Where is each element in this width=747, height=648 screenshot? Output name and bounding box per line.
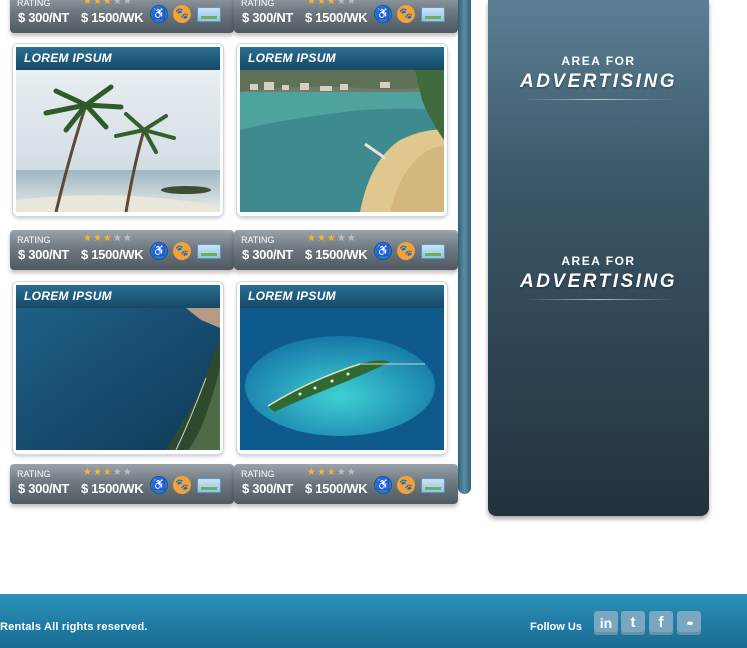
price-strip: RATING ★★★★★ $ 300/NT $ 1500/WK ♿ 🐾	[10, 230, 234, 270]
facebook-icon[interactable]: f	[649, 611, 673, 635]
card-title[interactable]: LOREM IPSUM	[16, 285, 220, 308]
week-price: $ 1500/WK	[305, 247, 368, 262]
week-price: $ 1500/WK	[305, 10, 368, 25]
ad-label-small: AREA FOR	[561, 54, 636, 68]
week-price: $ 1500/WK	[81, 10, 144, 25]
listing-card[interactable]: LOREM IPSUM	[13, 44, 223, 216]
linkedin-icon[interactable]: in	[594, 611, 618, 635]
wheelchair-icon: ♿	[150, 242, 168, 260]
night-price: $ 300/NT	[242, 481, 294, 496]
ad-label-small: AREA FOR	[561, 254, 636, 268]
follow-us-label: Follow Us	[530, 621, 582, 633]
wheelchair-icon: ♿	[150, 5, 168, 23]
night-price: $ 300/NT	[18, 481, 70, 496]
copyright-text: Rentals All rights reserved.	[0, 621, 148, 633]
card-title[interactable]: LOREM IPSUM	[240, 285, 444, 308]
credit-card-icon	[197, 478, 221, 493]
rating-label: RATING	[17, 0, 51, 8]
credit-card-icon	[421, 244, 445, 259]
island-lagoon-aerial-photo[interactable]	[240, 308, 444, 450]
listing-card[interactable]: LOREM IPSUM	[13, 282, 223, 454]
paw-icon: 🐾	[173, 242, 191, 260]
paw-icon: 🐾	[397, 476, 415, 494]
rating-label: RATING	[17, 235, 51, 245]
paw-icon: 🐾	[397, 242, 415, 260]
star-rating: ★★★★★	[307, 233, 357, 244]
footer: Rentals All rights reserved. Follow Us i…	[0, 594, 747, 648]
star-rating: ★★★★★	[307, 467, 357, 478]
listings-scrollbar[interactable]	[458, 0, 471, 494]
night-price: $ 300/NT	[18, 247, 70, 262]
paw-icon: 🐾	[397, 5, 415, 23]
star-rating: ★★★★★	[307, 0, 357, 7]
credit-card-icon	[421, 7, 445, 22]
rating-label: RATING	[241, 0, 275, 8]
week-price: $ 1500/WK	[81, 247, 144, 262]
deep-blue-sea-coast-photo[interactable]	[16, 308, 220, 450]
wheelchair-icon: ♿	[374, 242, 392, 260]
ad-slot[interactable]: AREA FOR ADVERTISING	[488, 254, 709, 300]
ad-divider	[523, 99, 674, 100]
price-strip: RATING ★★★★★ $ 300/NT $ 1500/WK ♿ 🐾	[10, 0, 234, 33]
week-price: $ 1500/WK	[305, 481, 368, 496]
ad-divider	[523, 299, 674, 300]
price-strip: RATING ★★★★★ $ 300/NT $ 1500/WK ♿ 🐾	[234, 230, 458, 270]
price-strip: RATING ★★★★★ $ 300/NT $ 1500/WK ♿ 🐾	[234, 0, 458, 33]
tropical-palm-beach-photo[interactable]	[16, 70, 220, 212]
week-price: $ 1500/WK	[81, 481, 144, 496]
ad-label-big: ADVERTISING	[519, 271, 677, 292]
paw-icon: 🐾	[173, 5, 191, 23]
price-strip: RATING ★★★★★ $ 300/NT $ 1500/WK ♿ 🐾	[234, 464, 458, 504]
twitter-icon[interactable]: t	[621, 611, 645, 635]
card-title[interactable]: LOREM IPSUM	[16, 47, 220, 70]
price-strip: RATING ★★★★★ $ 300/NT $ 1500/WK ♿ 🐾	[10, 464, 234, 504]
advertising-panel: AREA FOR ADVERTISING AREA FOR ADVERTISIN…	[488, 0, 709, 516]
night-price: $ 300/NT	[242, 10, 294, 25]
credit-card-icon	[421, 478, 445, 493]
star-rating: ★★★★★	[83, 0, 133, 7]
city-bay-beach-photo[interactable]	[240, 70, 444, 212]
star-rating: ★★★★★	[83, 233, 133, 244]
wheelchair-icon: ♿	[374, 5, 392, 23]
star-rating: ★★★★★	[83, 467, 133, 478]
credit-card-icon	[197, 7, 221, 22]
wheelchair-icon: ♿	[374, 476, 392, 494]
rating-label: RATING	[17, 469, 51, 479]
listing-card[interactable]: LOREM IPSUM	[237, 282, 447, 454]
listing-card[interactable]: LOREM IPSUM	[237, 44, 447, 216]
night-price: $ 300/NT	[242, 247, 294, 262]
ad-slot[interactable]: AREA FOR ADVERTISING	[488, 54, 709, 100]
rating-label: RATING	[241, 469, 275, 479]
card-title[interactable]: LOREM IPSUM	[240, 47, 444, 70]
night-price: $ 300/NT	[18, 10, 70, 25]
rating-label: RATING	[241, 235, 275, 245]
flickr-icon[interactable]: ••	[677, 611, 701, 635]
paw-icon: 🐾	[173, 476, 191, 494]
ad-label-big: ADVERTISING	[519, 71, 677, 92]
credit-card-icon	[197, 244, 221, 259]
wheelchair-icon: ♿	[150, 476, 168, 494]
